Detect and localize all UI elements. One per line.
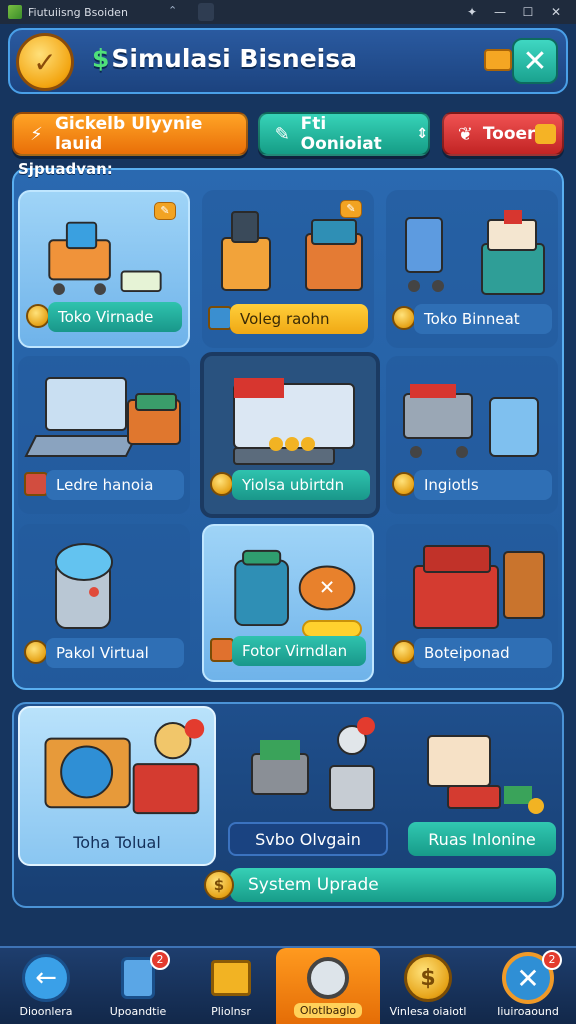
action-label: Gickelb Ulyynie lauid (54, 114, 203, 154)
bottom-nav: ← Dioonlera 2 Upoandtie Pliolnsr Olotlba… (0, 946, 576, 1024)
back-arrow-icon: ← (20, 952, 72, 1004)
box-icon (210, 638, 234, 662)
sub-button-right[interactable]: Ruas Inlonine (408, 822, 556, 856)
card-label: Pakol Virtual (46, 638, 184, 668)
close-button[interactable]: ✕ (512, 38, 558, 84)
red-chest-icon (413, 545, 545, 629)
nav-item-plans[interactable]: Pliolnsr (188, 948, 274, 1024)
card-label: Ingiotls (414, 470, 552, 500)
card-label: Toko Virnade (48, 302, 182, 332)
window-titlebar: Fiutuiisng Bsoiden ⌃ ✦ — ☐ ✕ (0, 0, 576, 24)
nav-label: Pliolnsr (211, 1005, 251, 1018)
business-card[interactable]: Pakol Virtual (18, 524, 190, 682)
card-label: Toko Binneat (414, 304, 552, 334)
business-card[interactable]: ✎ Voleg raohn (202, 190, 374, 348)
game-header: ✓ $Simulasi Bisneisa ✕ (8, 28, 568, 94)
panel-label: Sjpuadvan: (18, 160, 113, 178)
chest-icon (535, 124, 556, 144)
leaf-icon: ❦ (457, 123, 473, 145)
magnifier-icon (302, 952, 354, 1004)
action-button-primary[interactable]: ⚡ Gickelb Ulyynie lauid (12, 112, 248, 156)
notification-badge: 2 (150, 950, 170, 970)
action-label: Tooer (482, 124, 536, 144)
app-icon (8, 5, 22, 19)
gift-icon (24, 472, 48, 496)
notification-badge: 2 (542, 950, 562, 970)
box-icon (208, 306, 232, 330)
business-card[interactable]: Ledre hanoia (18, 356, 190, 514)
robot-machine-icon (55, 543, 113, 629)
coin-icon: $ (204, 870, 234, 900)
cart-tablet-icon (403, 384, 539, 458)
edit-badge[interactable]: ✎ (154, 202, 176, 220)
upgrade-label: System Uprade (248, 875, 379, 895)
card-label: Boteiponad (414, 638, 552, 668)
card-label: Yiolsa ubirtdn (232, 470, 370, 500)
nav-item-close[interactable]: ✕ 2 Iiuiroaound (484, 948, 572, 1024)
card-label: Fotor Virndlan (232, 636, 366, 666)
monitor-chest-icon (44, 719, 205, 815)
nav-item-update[interactable]: 2 Upoandtie (96, 948, 180, 1024)
system-upgrade-button[interactable]: System Uprade (230, 868, 556, 902)
arrow-icon: ⇕ (416, 126, 428, 142)
coin-stack-icon (392, 472, 416, 496)
card-label: Ledre hanoia (46, 470, 184, 500)
laptop-cash-icon (427, 735, 544, 814)
featured-title: Toha Tolual (73, 833, 161, 852)
action-button-secondary[interactable]: ✎ Fti Oonioiat ⇕ (258, 112, 430, 156)
business-card[interactable]: Ingiotls (386, 356, 558, 514)
coin-icon (392, 306, 416, 330)
edit-icon: ✎ (274, 123, 290, 145)
close-window-button[interactable]: ✕ (542, 0, 570, 24)
check-coin-icon[interactable]: ✓ (16, 33, 74, 91)
nav-label: Iiuiroaound (497, 1005, 559, 1018)
featured-card[interactable]: Toha Tolual (18, 706, 216, 866)
business-card[interactable]: ✕ Fotor Virndlan (202, 524, 374, 682)
pin-icon[interactable]: ✦ (458, 0, 486, 24)
nav-item-search[interactable]: Olotlbaglo (276, 948, 380, 1024)
coin-icon (24, 640, 48, 664)
laptop-icon (24, 377, 181, 457)
window-title: Fiutuiisng Bsoiden (28, 5, 128, 19)
box-icon (205, 952, 257, 1004)
minimize-button[interactable]: — (486, 0, 514, 24)
sub-button-left[interactable]: Svbo Olvgain (228, 822, 388, 856)
nav-label: Upoandtie (109, 1005, 167, 1018)
svg-text:✕: ✕ (319, 576, 335, 599)
nav-label: Dioonlera (19, 1005, 73, 1018)
nav-item-coins[interactable]: $ Vinlesa oiaiotl (380, 948, 476, 1024)
card-label: Voleg raohn (230, 304, 368, 334)
coin-stack-icon (392, 640, 416, 664)
edit-badge[interactable]: ✎ (340, 200, 362, 218)
basket-register-icon (251, 717, 375, 811)
nav-label: Vinlesa oiaiotl (389, 1005, 467, 1018)
coin-icon: $ (402, 952, 454, 1004)
maximize-button[interactable]: ☐ (514, 0, 542, 24)
lightning-icon: ⚡ (30, 123, 43, 145)
business-card[interactable]: Toko Binneat (386, 190, 558, 348)
page-title: $Simulasi Bisneisa (92, 44, 357, 73)
business-card[interactable]: ✎ Toko Virnade (18, 190, 190, 348)
business-card-selected[interactable]: Yiolsa ubirtdn (200, 352, 380, 518)
business-card[interactable]: Boteiponad (386, 524, 558, 682)
coin-icon (210, 472, 234, 496)
gift-cart-icon (405, 210, 545, 295)
truck-icon (484, 49, 512, 71)
nav-label: Olotlbaglo (293, 1003, 363, 1018)
action-label: Fti Oonioiat (300, 114, 382, 154)
phone-icon[interactable] (198, 3, 214, 21)
coin-icon (26, 304, 50, 328)
nav-item-back[interactable]: ← Dioonlera (4, 948, 88, 1024)
online-store-laptop-icon (233, 378, 355, 465)
expand-icon[interactable]: ⌃ (168, 4, 177, 17)
action-button-tower[interactable]: ❦ Tooer (442, 112, 564, 156)
